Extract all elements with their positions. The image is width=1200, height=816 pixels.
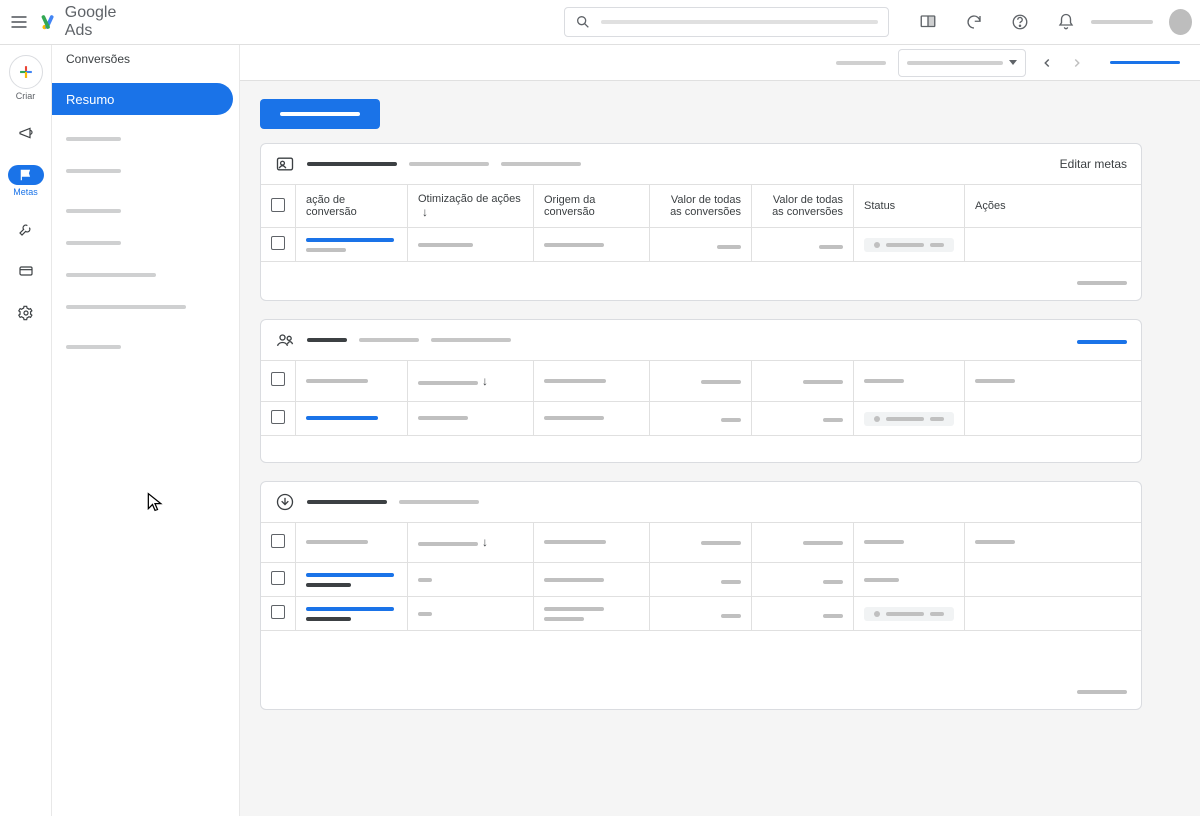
col-val1[interactable]: Valor de todas as conversões <box>650 185 752 228</box>
header-text <box>836 61 886 65</box>
logo[interactable]: Google Ads <box>41 4 138 40</box>
breadcrumb: Conversões <box>52 45 239 73</box>
date-picker[interactable] <box>898 49 1026 77</box>
card-sub <box>409 162 489 166</box>
card-footer <box>261 436 1141 462</box>
sidebar-item[interactable] <box>52 331 233 363</box>
table-row[interactable] <box>261 597 1141 631</box>
row-link[interactable] <box>306 416 378 420</box>
card-title <box>307 500 387 504</box>
sidebar: Conversões Resumo <box>52 45 240 816</box>
sidebar-item[interactable] <box>52 123 233 155</box>
rail-tools[interactable] <box>8 219 44 239</box>
checkbox[interactable] <box>271 571 285 585</box>
primary-button[interactable] <box>260 99 380 129</box>
sidebar-item[interactable] <box>52 195 233 227</box>
status-chip <box>864 607 954 621</box>
col-actions[interactable]: Ações <box>965 185 1142 228</box>
checkbox[interactable] <box>271 605 285 619</box>
card-downloads: ↓ <box>260 481 1142 711</box>
help-icon[interactable] <box>1011 13 1029 31</box>
avatar[interactable] <box>1169 9 1192 35</box>
card-footer-link <box>261 671 1141 709</box>
card-action-link[interactable] <box>1077 333 1127 347</box>
checkbox-all[interactable] <box>271 198 285 212</box>
person-card-icon <box>275 154 295 174</box>
rail-billing[interactable] <box>8 261 44 281</box>
chevron-down-icon <box>1009 60 1017 65</box>
sidebar-item[interactable] <box>52 227 233 259</box>
download-icon <box>275 492 295 512</box>
rail-create[interactable]: Criar <box>9 55 43 101</box>
row-link[interactable] <box>306 573 394 577</box>
card-sub <box>399 500 479 504</box>
search-placeholder <box>601 20 878 24</box>
content: Editar metas ação de conversão Otimizaçã… <box>240 45 1200 816</box>
checkbox-all[interactable] <box>271 534 285 548</box>
rail-goals[interactable]: Metas <box>8 165 44 197</box>
table-row[interactable] <box>261 563 1141 597</box>
status-chip <box>864 412 954 426</box>
people-icon <box>275 330 295 350</box>
card-title <box>307 162 397 166</box>
status-chip <box>864 238 954 252</box>
col-name[interactable]: ação de conversão <box>296 185 408 228</box>
table-1: ação de conversão Otimização de ações↓ O… <box>261 185 1141 262</box>
card-title <box>307 338 347 342</box>
rail-campaigns[interactable] <box>8 123 44 143</box>
table-row[interactable] <box>261 228 1141 262</box>
search-input[interactable] <box>564 7 889 37</box>
checkbox[interactable] <box>271 410 285 424</box>
card-footer <box>261 262 1141 300</box>
card-sub <box>501 162 581 166</box>
refresh-icon[interactable] <box>965 13 983 31</box>
sidebar-item[interactable] <box>52 259 233 291</box>
rail-admin[interactable] <box>8 303 44 323</box>
prev-arrow[interactable] <box>1038 54 1056 72</box>
table-3: ↓ <box>261 523 1141 632</box>
next-arrow[interactable] <box>1068 54 1086 72</box>
notifications-icon[interactable] <box>1057 13 1075 31</box>
secondary-header <box>240 45 1200 81</box>
app-header: Google Ads <box>0 0 1200 45</box>
logo-text: Google Ads <box>65 4 138 40</box>
card-purchases: Editar metas ação de conversão Otimizaçã… <box>260 143 1142 301</box>
account-name <box>1091 20 1153 24</box>
row-link[interactable] <box>306 607 394 611</box>
card-leads: ↓ <box>260 319 1142 463</box>
sidebar-item-resumo[interactable]: Resumo <box>52 83 233 115</box>
edit-goals-link[interactable]: Editar metas <box>1060 157 1127 171</box>
nav-rail: Criar Metas <box>0 45 52 816</box>
card-sub <box>431 338 511 342</box>
card-footer <box>261 631 1141 671</box>
col-status[interactable]: Status <box>854 185 965 228</box>
chart-toggle[interactable] <box>1110 61 1180 64</box>
checkbox-all[interactable] <box>271 372 285 386</box>
menu-icon[interactable] <box>8 10 29 34</box>
sidebar-item[interactable] <box>52 291 233 323</box>
table-2: ↓ <box>261 361 1141 436</box>
table-row[interactable] <box>261 401 1141 435</box>
search-icon <box>575 14 591 30</box>
col-opt[interactable]: Otimização de ações↓ <box>408 185 534 228</box>
sidebar-item[interactable] <box>52 155 233 187</box>
card-sub <box>359 338 419 342</box>
col-origin[interactable]: Origem da conversão <box>534 185 650 228</box>
row-link[interactable] <box>306 238 394 242</box>
col-val2[interactable]: Valor de todas as conversões <box>752 185 854 228</box>
appearance-icon[interactable] <box>919 13 937 31</box>
checkbox[interactable] <box>271 236 285 250</box>
header-icons <box>919 13 1075 31</box>
